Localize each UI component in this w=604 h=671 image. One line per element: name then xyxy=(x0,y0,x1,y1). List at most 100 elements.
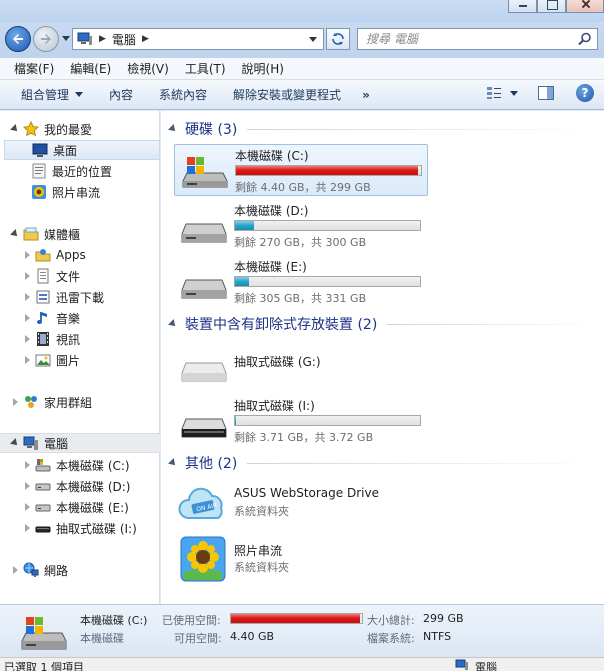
collapse-toggle-icon[interactable] xyxy=(22,481,32,491)
refresh-button[interactable] xyxy=(326,28,350,50)
nav-drive-c-label: 本機磁碟 (C:) xyxy=(56,458,130,473)
preview-pane-icon[interactable] xyxy=(538,86,554,100)
nav-apps[interactable]: Apps xyxy=(22,245,182,265)
picture-icon xyxy=(35,354,51,367)
menu-edit[interactable]: 編輯(E) xyxy=(62,60,119,77)
arrow-left-icon xyxy=(13,34,23,44)
homegroup-icon xyxy=(25,396,37,408)
library-icon xyxy=(23,227,39,241)
command-bar: 組合管理 內容 系統內容 解除安裝或變更程式 » ? xyxy=(0,80,604,110)
search-icon[interactable] xyxy=(578,32,592,46)
menu-help[interactable]: 說明(H) xyxy=(234,60,292,77)
recent-places-icon xyxy=(32,163,46,179)
nav-drive-d[interactable]: 本機磁碟 (D:) xyxy=(22,476,182,496)
nav-music[interactable]: 音樂 xyxy=(22,308,182,328)
back-button[interactable] xyxy=(5,26,31,52)
maximize-button[interactable] xyxy=(537,0,566,13)
search-input[interactable] xyxy=(358,29,568,49)
drive-tile-e[interactable]: 本機磁碟 (E:) 剩餘 305 GB，共 331 GB xyxy=(174,256,428,308)
computer-icon xyxy=(23,436,38,450)
properties-button[interactable]: 內容 xyxy=(96,86,146,103)
expand-toggle-icon[interactable] xyxy=(10,124,20,134)
system-properties-button[interactable]: 系統內容 xyxy=(146,86,220,103)
collapse-toggle-icon[interactable] xyxy=(22,250,32,260)
nav-documents[interactable]: 文件 xyxy=(22,266,182,286)
collapse-toggle-icon[interactable] xyxy=(22,313,32,323)
nav-favorites-label: 我的最愛 xyxy=(44,122,93,137)
more-commands-button[interactable]: » xyxy=(354,88,378,102)
collapse-group-icon[interactable] xyxy=(168,319,178,329)
nav-drive-c[interactable]: 本機磁碟 (C:) xyxy=(22,455,182,475)
minimize-button[interactable] xyxy=(508,0,537,13)
details-name: 本機磁碟 (C:) xyxy=(80,614,148,627)
drive-tile-g[interactable]: 抽取式磁碟 (G:) xyxy=(174,339,428,391)
drive-usage-fill xyxy=(235,416,236,425)
drive-tile-i[interactable]: 抽取式磁碟 (I:) 剩餘 3.71 GB，共 3.72 GB xyxy=(174,395,428,447)
nav-pictures[interactable]: 圖片 xyxy=(22,350,182,370)
address-dropdown[interactable] xyxy=(309,37,317,42)
nav-homegroup[interactable]: 家用群組 xyxy=(10,392,170,412)
nav-computer[interactable]: 電腦 xyxy=(0,433,160,453)
collapse-toggle-icon[interactable] xyxy=(22,502,32,512)
drive-name: 本機磁碟 (E:) xyxy=(234,260,307,274)
breadcrumb-computer[interactable]: 電腦 xyxy=(112,31,136,48)
nav-drive-i[interactable]: 抽取式磁碟 (I:) xyxy=(22,518,182,538)
collapse-toggle-icon[interactable] xyxy=(10,565,20,575)
change-view-icon[interactable] xyxy=(486,86,502,100)
drive-tile-d[interactable]: 本機磁碟 (D:) 剩餘 270 GB，共 300 GB xyxy=(174,200,428,252)
details-free-label: 可用空間: xyxy=(174,632,222,645)
network-icon xyxy=(23,562,39,577)
group-header-removable[interactable]: 裝置中含有卸除式存放裝置 (2) xyxy=(168,314,599,334)
nav-downloads-label: 迅雷下載 xyxy=(56,290,105,305)
collapse-toggle-icon[interactable] xyxy=(22,334,32,344)
close-button[interactable] xyxy=(566,0,604,13)
expand-toggle-icon[interactable] xyxy=(10,438,20,448)
nav-libraries[interactable]: 媒體櫃 xyxy=(10,224,170,244)
asus-webstorage-item[interactable]: ON AIR ASUS WebStorage Drive 系統資料夾 xyxy=(174,478,428,530)
collapse-toggle-icon[interactable] xyxy=(22,523,32,533)
group-header-hard-disks[interactable]: 硬碟 (3) xyxy=(168,119,599,139)
nav-network[interactable]: 網路 xyxy=(10,560,170,580)
removable-drive-icon xyxy=(181,362,227,382)
menu-tools[interactable]: 工具(T) xyxy=(177,60,234,77)
group-header-other[interactable]: 其他 (2) xyxy=(168,453,599,473)
collapse-toggle-icon[interactable] xyxy=(10,397,20,407)
nav-desktop-label: 桌面 xyxy=(53,143,78,158)
nav-downloads[interactable]: 迅雷下載 xyxy=(22,287,182,307)
collapse-toggle-icon[interactable] xyxy=(22,460,32,470)
collapse-group-icon[interactable] xyxy=(168,458,178,468)
document-icon xyxy=(37,268,49,284)
collapse-group-icon[interactable] xyxy=(168,124,178,134)
music-note-icon xyxy=(37,312,47,324)
system-drive-icon xyxy=(35,459,51,472)
hard-drive-icon xyxy=(35,504,51,512)
menu-view[interactable]: 檢視(V) xyxy=(119,60,177,77)
system-drive-icon xyxy=(182,157,228,188)
nav-video[interactable]: 視訊 xyxy=(22,329,182,349)
forward-button[interactable] xyxy=(33,26,59,52)
expand-toggle-icon[interactable] xyxy=(10,229,20,239)
address-bar[interactable]: ▶ 電腦 ▶ xyxy=(72,28,324,50)
nav-desktop[interactable]: 桌面 xyxy=(4,140,160,160)
breadcrumb-chevron-icon[interactable]: ▶ xyxy=(142,34,149,44)
view-dropdown[interactable] xyxy=(510,90,518,96)
collapse-toggle-icon[interactable] xyxy=(22,292,32,302)
search-box[interactable] xyxy=(357,28,598,50)
nav-favorites[interactable]: 我的最愛 xyxy=(10,119,170,139)
uninstall-program-button[interactable]: 解除安裝或變更程式 xyxy=(220,86,354,103)
drive-tile-c[interactable]: 本機磁碟 (C:) 剩餘 4.40 GB，共 299 GB xyxy=(174,144,428,196)
nav-drive-e[interactable]: 本機磁碟 (E:) xyxy=(22,497,182,517)
hard-drive-icon xyxy=(35,483,51,491)
collapse-toggle-icon[interactable] xyxy=(22,355,32,365)
photo-stream-item[interactable]: 照片串流 系統資料夾 xyxy=(174,534,428,586)
collapse-toggle-icon[interactable] xyxy=(22,271,32,281)
caption-buttons xyxy=(508,0,604,13)
downloads-folder-icon xyxy=(36,290,50,304)
menu-file[interactable]: 檔案(F) xyxy=(6,60,62,77)
history-dropdown[interactable] xyxy=(62,36,70,41)
help-icon[interactable]: ? xyxy=(576,84,594,102)
nav-documents-label: 文件 xyxy=(56,269,81,284)
organize-button[interactable]: 組合管理 xyxy=(8,86,96,103)
status-selection: 已選取 1 個項目 xyxy=(4,661,84,671)
group-divider xyxy=(247,128,599,130)
